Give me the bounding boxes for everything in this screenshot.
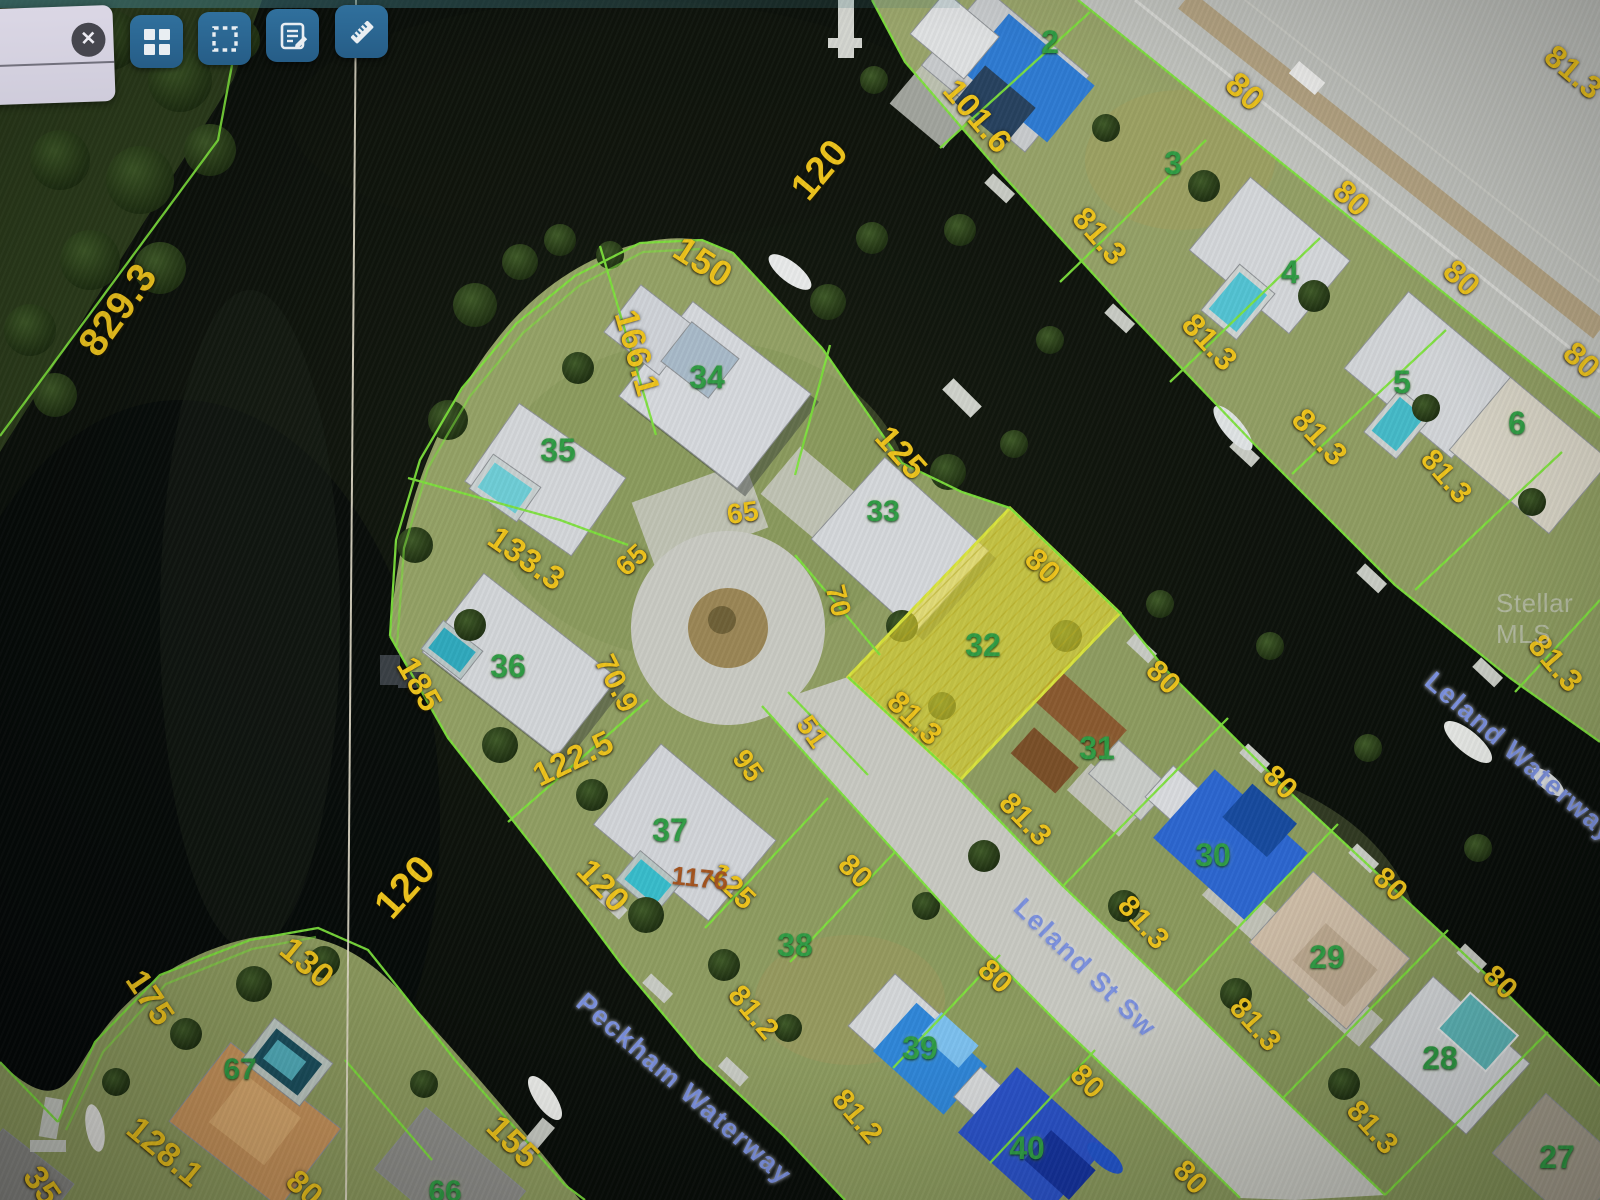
panel-divider [0, 61, 114, 69]
search-panel: ✕ [0, 5, 116, 107]
layers-grid-button[interactable] [130, 15, 183, 68]
measure-button[interactable] [335, 5, 388, 58]
close-button[interactable]: ✕ [71, 22, 106, 57]
selection-square-icon [210, 24, 240, 54]
watermark: Stellar MLS [1496, 588, 1600, 650]
ruler-icon [346, 16, 378, 48]
aerial-map[interactable] [0, 0, 1600, 1200]
notes-edit-icon [278, 21, 308, 51]
notes-button[interactable] [266, 9, 319, 62]
select-area-button[interactable] [198, 12, 251, 65]
grid-icon [142, 27, 172, 57]
gis-map-viewer: 829.3120101.6150166.11258081.38081.38081… [0, 0, 1600, 1200]
